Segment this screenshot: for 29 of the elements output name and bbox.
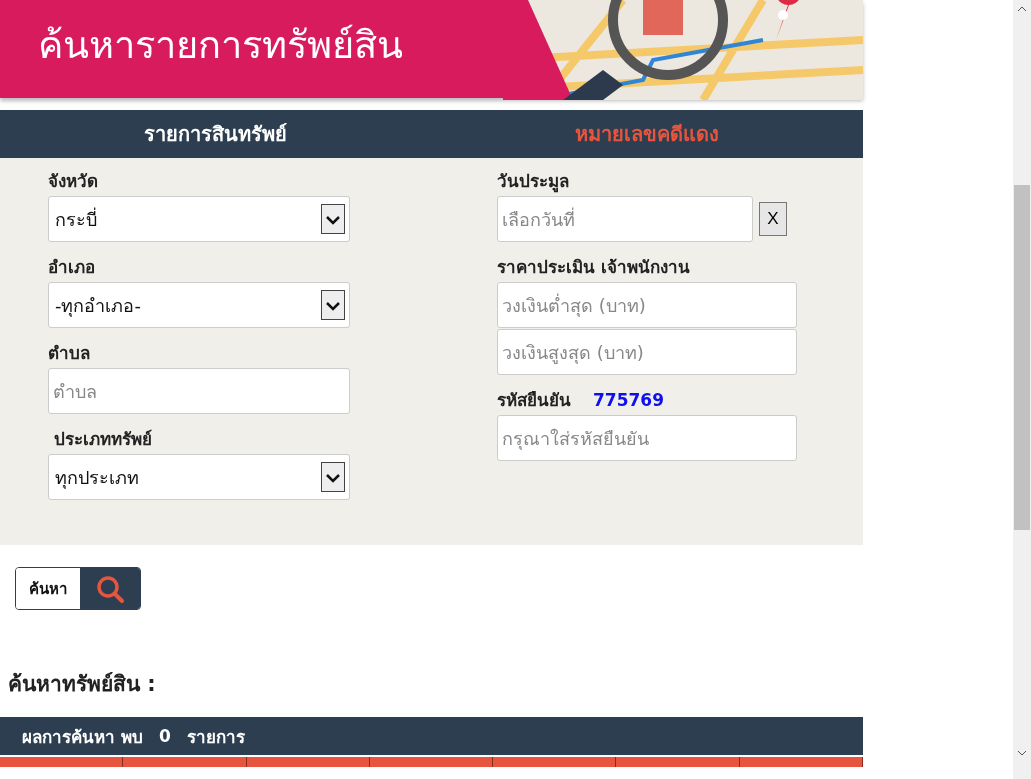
field-label: จังหวัด [48,170,99,193]
input-field[interactable]: ตำบล [48,368,350,414]
field-label: ประเภททรัพย์ [53,428,153,451]
section-heading: ค้นหาทรัพย์สิน : [8,671,157,698]
field-label: วันประมูล [497,170,570,195]
field-label: รหัสยืนยัน [497,389,571,412]
select-field[interactable]: ทุกประเภท [48,454,350,500]
tab[interactable]: รายการสินทรัพย์ [0,110,432,158]
input-field[interactable]: กรุณาใส่รหัสยืนยัน [497,415,797,461]
input-field[interactable]: วงเงินสูงสุด (บาท) [497,329,797,375]
search-button[interactable]: ค้นหา [15,567,141,610]
chevron-down-icon [321,204,345,234]
field-label: ตำบล [48,342,91,365]
date-field[interactable]: เลือกวันที่ [497,196,753,242]
results-summary-text: ผลการค้นหา พบ [22,725,143,749]
field-label: ราคาประเมิน เจ้าพนักงาน [497,256,691,279]
clear-button[interactable]: X [759,202,787,236]
results-summary-text: รายการ [186,725,245,749]
input-field[interactable]: วงเงินต่ำสุด (บาท) [497,282,797,328]
field-label: อำเภอ [48,256,96,279]
select-field[interactable]: -ทุกอำเภอ- [48,282,350,328]
results-summary-text: 0 [158,726,171,746]
scrollbar[interactable] [1013,0,1031,779]
page-title: ค้นหารายการทรัพย์สิน [37,22,403,69]
chevron-down-icon [321,290,345,320]
captcha-code: 775769 [593,390,664,410]
select-field[interactable]: กระบี่ [48,196,350,242]
chevron-down-icon [321,462,345,492]
search-icon [95,573,125,604]
